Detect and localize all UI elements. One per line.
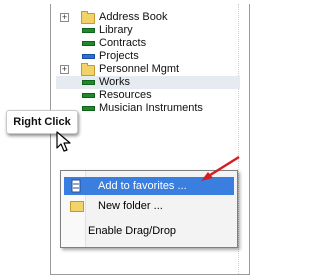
tree-item-library[interactable]: Library (56, 24, 240, 37)
menu-item-label: Add to favorites ... (98, 180, 187, 192)
tree-item-contracts[interactable]: Contracts (56, 37, 240, 50)
tree-item-label: Projects (99, 50, 139, 62)
folder-icon (81, 11, 95, 24)
new-folder-menu-item[interactable]: New folder ... (64, 197, 234, 215)
tree-item-projects[interactable]: Projects (56, 50, 240, 63)
tree-item-label: Musician Instruments (99, 102, 203, 114)
tree-item-musician-instruments[interactable]: Musician Instruments (56, 102, 240, 115)
tree-item-personnel-mgmt[interactable]: + Personnel Mgmt (56, 63, 240, 76)
tree-item-label: Personnel Mgmt (99, 63, 180, 75)
green-bar-icon (82, 28, 95, 33)
expand-icon[interactable]: + (60, 65, 69, 74)
folder-icon (81, 63, 95, 76)
expand-icon[interactable]: + (60, 13, 69, 22)
enable-drag-drop-menu-item[interactable]: Enable Drag/Drop (64, 222, 234, 240)
menu-item-label: Enable Drag/Drop (88, 225, 177, 237)
favorites-icon (71, 179, 81, 193)
tree-item-label: Contracts (99, 37, 147, 49)
tree-item-label: Address Book (99, 11, 168, 23)
tree-item-resources[interactable]: Resources (56, 89, 240, 102)
red-arrow-icon (201, 155, 240, 181)
tree-item-label: Library (99, 24, 133, 36)
blue-bar-icon (82, 54, 95, 59)
folder-icon (70, 201, 84, 212)
green-bar-icon (82, 93, 95, 98)
mouse-pointer-icon (56, 131, 71, 152)
tree-item-address-book[interactable]: + Address Book (56, 11, 240, 24)
navigation-tree: + Address Book Library Contracts Project… (56, 11, 240, 115)
green-bar-icon (82, 106, 95, 111)
tree-item-label: Works (99, 76, 130, 88)
green-bar-icon (82, 80, 95, 85)
tree-item-works[interactable]: Works (56, 76, 240, 89)
green-bar-icon (82, 41, 95, 46)
tree-item-label: Resources (99, 89, 152, 101)
menu-item-label: New folder ... (98, 200, 163, 212)
